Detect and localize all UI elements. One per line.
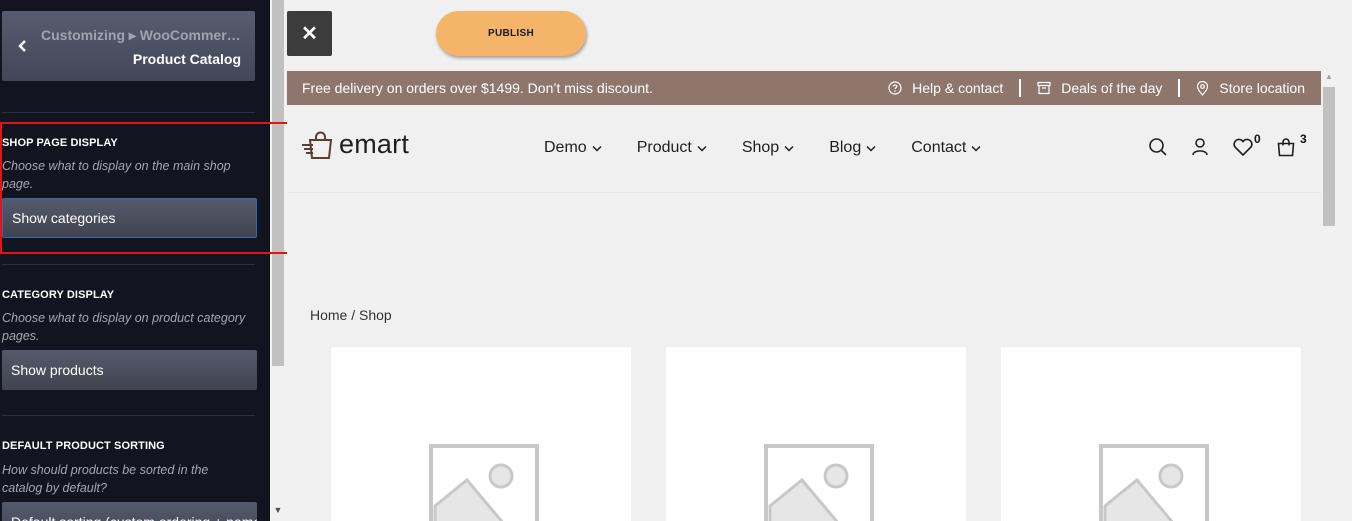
cart-button[interactable]: 3 [1276,132,1307,162]
menu-item-label: Shop [741,139,780,156]
wishlist-button[interactable]: 0 [1232,132,1261,162]
menu-item-product[interactable]: Product [637,139,707,157]
shopping-bag-logo-icon [302,131,333,159]
image-placeholder-icon [764,444,874,521]
category-display-title: Category display [2,289,115,301]
menu-item-demo[interactable]: Demo [544,139,602,157]
menu-item-label: Blog [829,139,862,156]
scroll-down-arrow-icon[interactable]: ▼ [271,503,285,517]
panel-title: Product Catalog [132,51,241,67]
menu-item-label: Demo [544,139,587,156]
menu-item-label: Product [636,139,692,156]
category-display-description: Choose what to display on product catego… [2,311,246,343]
heart-icon [1233,138,1253,157]
separator [1178,79,1181,97]
site-header: emart Demo Product Shop Blog Contact 0 3 [287,105,1321,193]
shop-page-display-select[interactable]: Show categories [2,198,257,238]
image-placeholder-icon [1099,444,1209,521]
product-card[interactable] [666,347,966,521]
deals-of-the-day-link[interactable]: Deals of the day [1037,80,1162,96]
separator [1019,79,1022,97]
chevron-down-icon [784,145,794,152]
chevron-down-icon [697,145,707,152]
store-location-link[interactable]: Store location [1196,80,1305,96]
promo-text: Free delivery on orders over $1499. Don’… [302,80,653,96]
question-circle-icon [888,81,902,95]
preview-scrollbar-thumb[interactable] [1323,87,1335,226]
shop-breadcrumb: Home / Shop [310,307,392,323]
customizer-sidebar: Customizing ▸ WooCommerce Product Catalo… [0,0,286,521]
divider [2,415,255,416]
chevron-down-icon [866,145,876,152]
category-display-select[interactable]: Show products [2,350,257,390]
archive-box-icon [1037,81,1051,95]
header-icons: 0 3 [1148,132,1318,162]
logo-text: emart [339,129,410,159]
promo-topbar: Free delivery on orders over $1499. Don’… [287,71,1321,105]
sidebar-scrollbar-thumb[interactable] [272,0,284,366]
location-pin-icon [1197,80,1209,96]
account-button[interactable] [1190,137,1210,162]
menu-item-label: Contact [911,139,967,156]
search-icon [1149,138,1167,156]
default-sorting-title: Default product sorting [2,440,165,452]
deals-label: Deals of the day [1061,80,1163,96]
customizer-breadcrumb: Customizing ▸ WooCommerce [41,27,241,43]
site-preview: Free delivery on orders over $1499. Don’… [287,70,1337,521]
shop-page-display-title: Shop page display [2,137,118,149]
divider [2,264,255,265]
shop-page-display-description: Choose what to display on the main shop … [2,159,231,191]
scroll-up-arrow-icon[interactable]: ▲ [1323,72,1335,84]
store-location-label: Store location [1219,80,1305,96]
main-menu: Demo Product Shop Blog Contact [544,139,1016,157]
site-logo[interactable]: emart [301,129,409,160]
image-placeholder-icon [429,444,539,521]
sidebar-header: Customizing ▸ WooCommerce Product Catalo… [2,11,255,81]
menu-item-shop[interactable]: Shop [742,139,794,157]
help-contact-label: Help & contact [912,80,1004,96]
publish-button[interactable]: PUBLISH [436,11,586,56]
shopping-bag-icon [1277,138,1295,157]
chevron-left-icon [18,40,26,52]
default-sorting-select[interactable]: Default sorting (custom ordering + name) [2,502,257,521]
user-icon [1192,138,1208,156]
wishlist-count: 0 [1254,132,1261,146]
cart-count: 3 [1300,132,1307,146]
product-card[interactable] [1001,347,1301,521]
chevron-down-icon [971,145,981,152]
help-contact-link[interactable]: Help & contact [888,80,1003,96]
divider [2,112,255,113]
close-customizer-button[interactable]: ✕ [287,11,332,56]
menu-item-blog[interactable]: Blog [829,139,876,157]
default-sorting-description: How should products be sorted in the cat… [2,463,209,495]
search-button[interactable] [1148,137,1168,162]
chevron-down-icon [592,145,602,152]
back-button[interactable] [2,11,44,81]
product-card[interactable] [331,347,631,521]
menu-item-contact[interactable]: Contact [911,139,981,157]
